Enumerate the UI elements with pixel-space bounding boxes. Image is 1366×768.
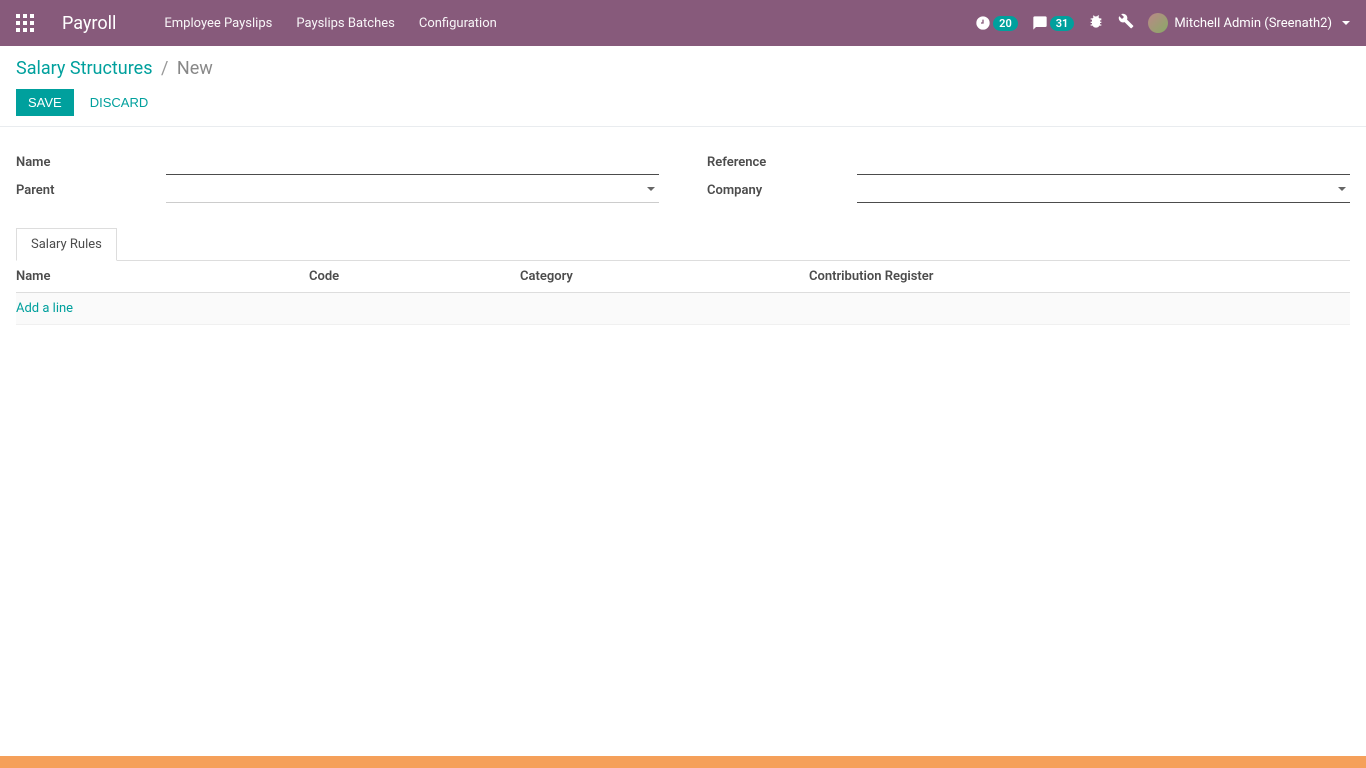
chevron-down-icon[interactable] [1338, 187, 1346, 191]
table-body: Add a line [16, 293, 1350, 325]
bug-icon [1088, 13, 1104, 29]
nav-payslips-batches[interactable]: Payslips Batches [296, 16, 395, 31]
nav-configuration[interactable]: Configuration [419, 16, 497, 31]
control-panel: Salary Structures / New Save Discard [0, 46, 1366, 127]
bottom-bar [0, 756, 1366, 768]
form-row-1: Name Reference [16, 151, 1350, 175]
tab-salary-rules[interactable]: Salary Rules [16, 228, 117, 261]
field-reference: Reference [707, 151, 1350, 175]
debug-button[interactable] [1088, 13, 1104, 33]
parent-input[interactable] [166, 179, 659, 203]
discard-button[interactable]: Discard [82, 89, 157, 116]
field-company: Company [707, 179, 1350, 203]
breadcrumb-parent[interactable]: Salary Structures [16, 58, 153, 79]
nav-menu: Employee Payslips Payslips Batches Confi… [164, 16, 496, 31]
col-code[interactable]: Code [309, 269, 520, 284]
apps-icon[interactable] [16, 14, 34, 32]
chevron-down-icon[interactable] [647, 187, 655, 191]
add-line-link[interactable]: Add a line [16, 299, 1350, 318]
app-title[interactable]: Payroll [62, 13, 116, 34]
activity-count: 20 [993, 16, 1018, 31]
form-sheet: Name Reference Parent Company [0, 127, 1366, 356]
user-menu[interactable]: Mitchell Admin (Sreenath2) [1148, 13, 1350, 33]
activity-button[interactable]: 20 [975, 15, 1018, 31]
avatar [1148, 13, 1168, 33]
save-button[interactable]: Save [16, 89, 74, 116]
clock-icon [975, 15, 991, 31]
breadcrumb-sep: / [161, 58, 168, 79]
company-input[interactable] [857, 179, 1350, 203]
field-name: Name [16, 151, 659, 175]
col-category[interactable]: Category [520, 269, 809, 284]
tools-button[interactable] [1118, 13, 1134, 33]
topbar-right: 20 31 Mitchell Admin (Sreenath2) [975, 13, 1350, 33]
col-contribution-register[interactable]: Contribution Register [809, 269, 1350, 284]
chat-icon [1032, 15, 1048, 31]
breadcrumb-current: New [177, 58, 213, 79]
user-name: Mitchell Admin (Sreenath2) [1174, 16, 1332, 31]
salary-rules-table: Name Code Category Contribution Register… [16, 261, 1350, 325]
tabs: Salary Rules [16, 227, 1350, 261]
topbar: Payroll Employee Payslips Payslips Batch… [0, 0, 1366, 46]
chevron-down-icon [1342, 21, 1350, 25]
messages-button[interactable]: 31 [1032, 15, 1075, 31]
control-buttons: Save Discard [16, 89, 1350, 116]
nav-employee-payslips[interactable]: Employee Payslips [164, 16, 272, 31]
name-label: Name [16, 151, 166, 170]
parent-label: Parent [16, 179, 166, 198]
messages-count: 31 [1050, 16, 1075, 31]
table-header: Name Code Category Contribution Register [16, 261, 1350, 293]
name-input[interactable] [166, 151, 659, 175]
col-name[interactable]: Name [16, 269, 309, 284]
wrench-icon [1118, 13, 1134, 29]
field-parent: Parent [16, 179, 659, 203]
breadcrumb: Salary Structures / New [16, 58, 1350, 79]
reference-label: Reference [707, 151, 857, 170]
sheet-footer [16, 324, 1350, 356]
form-row-2: Parent Company [16, 179, 1350, 203]
reference-input[interactable] [857, 151, 1350, 175]
company-label: Company [707, 179, 857, 198]
